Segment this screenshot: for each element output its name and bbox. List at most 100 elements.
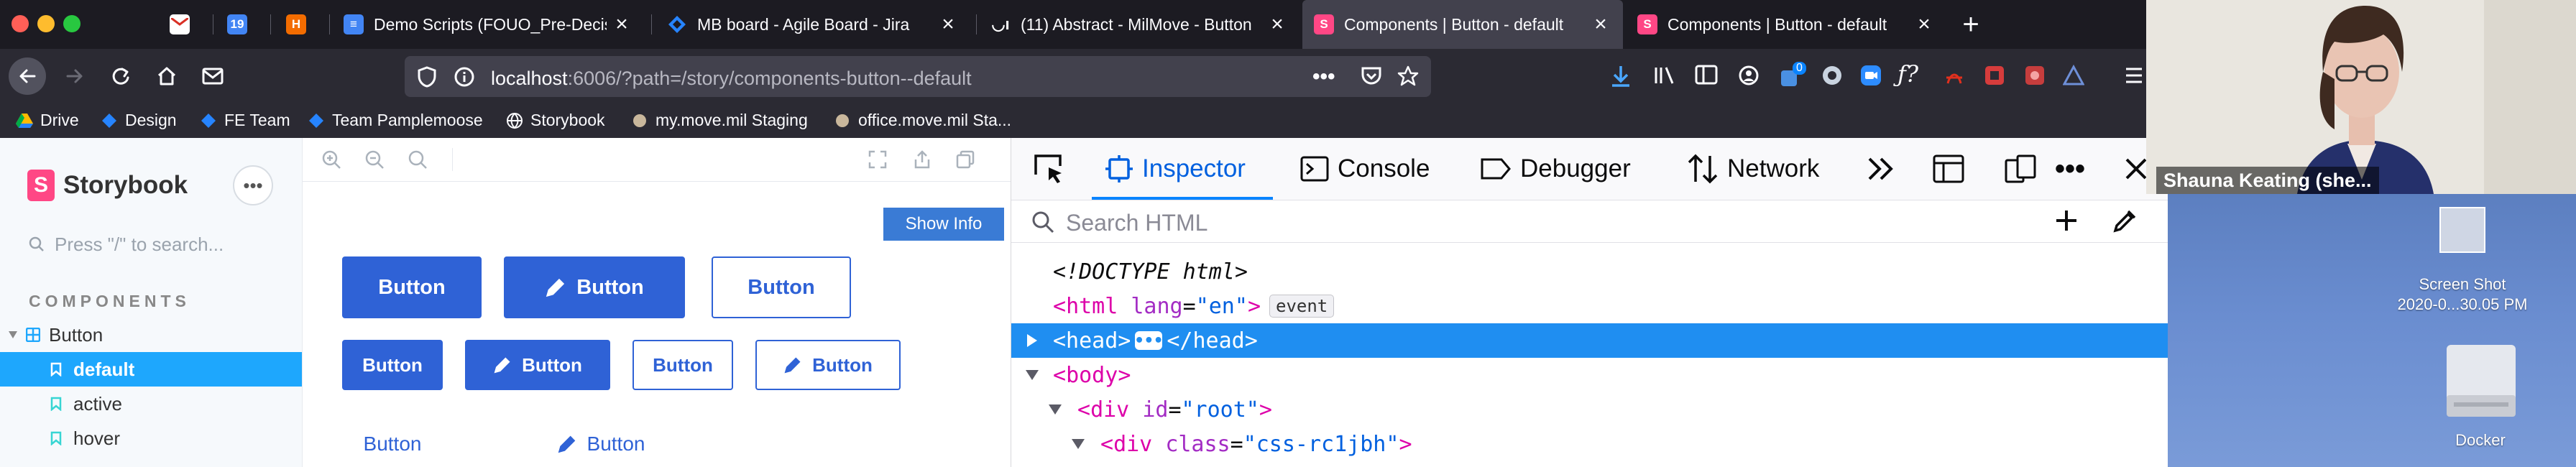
sidebar-item-hover[interactable]: hover [0, 421, 302, 456]
markup-div-class[interactable]: < div class = "css-rc1jbh" > [1011, 427, 2213, 461]
close-tab-icon[interactable]: × [1913, 12, 1935, 37]
account-icon[interactable] [1738, 65, 1760, 86]
button-primary-small[interactable]: Button [342, 340, 443, 390]
bookmark-office-move[interactable]: office.move.mil Sta... [834, 111, 1011, 130]
close-devtools-icon[interactable] [2124, 138, 2148, 200]
zoom-out-icon[interactable] [363, 148, 386, 171]
markup-div-root[interactable]: < div id = "root" > [1011, 392, 2190, 427]
home-button[interactable] [150, 59, 184, 93]
collapse-triangle-icon[interactable] [1011, 370, 1053, 380]
new-tab-button[interactable]: + [1956, 9, 1985, 40]
download-icon[interactable] [1610, 65, 1632, 88]
button-primary-icon-large[interactable]: Button [504, 256, 685, 318]
button-primary-large[interactable]: Button [342, 256, 482, 318]
extension-badge-icon[interactable]: 0 [1778, 62, 1806, 88]
extension-red2-icon[interactable] [2024, 65, 2046, 86]
close-window-button[interactable] [12, 15, 29, 32]
bookmark-my-move-staging[interactable]: my.move.mil Staging [631, 111, 808, 130]
desktop-file-screenshot[interactable]: Screen Shot 2020-0...30.05 PM [2391, 274, 2534, 315]
fullscreen-icon[interactable] [866, 148, 889, 171]
button-secondary-large[interactable]: Button [712, 256, 851, 318]
tab-console[interactable]: Console [1300, 138, 1430, 200]
minimize-window-button[interactable] [37, 15, 55, 32]
zoom-in-icon[interactable] [320, 148, 343, 171]
tab-debugger[interactable]: Debugger [1480, 138, 1631, 200]
markup-html[interactable]: < html lang = "en" > event [1011, 289, 2210, 323]
bookmark-storybook[interactable]: Storybook [506, 111, 605, 130]
url-bar[interactable]: localhost:6006/?path=/story/components-b… [405, 56, 1431, 97]
sidebar-item-button[interactable]: Button [0, 318, 302, 352]
shield-icon[interactable] [418, 66, 436, 88]
collapsed-content-badge[interactable]: ••• [1135, 331, 1163, 350]
bookmark-team-pamplemoose[interactable]: Team Pamplemoose [308, 111, 483, 130]
screenshot-thumbnail[interactable] [2439, 207, 2485, 253]
function-icon[interactable]: ƒ? [1898, 60, 1918, 88]
star-icon[interactable] [1397, 65, 1420, 88]
event-badge[interactable]: event [1269, 295, 1335, 318]
expand-triangle-icon[interactable] [1011, 334, 1053, 347]
tab-calendar[interactable]: 19 [216, 0, 267, 49]
sidebar-menu-button[interactable]: ••• [233, 165, 273, 205]
zoom-icon[interactable] [1860, 65, 1882, 86]
eyedropper-icon[interactable] [2112, 208, 2138, 234]
button-secondary-small[interactable]: Button [632, 340, 733, 390]
zoom-window-button[interactable] [63, 15, 80, 32]
close-tab-icon[interactable]: × [937, 12, 959, 37]
tab-harvest[interactable]: H [275, 0, 326, 49]
extension-icon[interactable] [1821, 65, 1843, 86]
disk-drive-icon[interactable] [2444, 338, 2518, 424]
add-node-icon[interactable] [2053, 208, 2079, 234]
button-text-icon[interactable]: Button [533, 422, 669, 466]
back-button[interactable] [9, 57, 46, 95]
library-icon[interactable] [1653, 65, 1676, 86]
info-icon[interactable] [454, 66, 475, 88]
markup-head-selected[interactable]: <head> ••• </head> [1011, 323, 2168, 358]
tab-storybook-active[interactable]: S Components | Button - default × [1302, 0, 1623, 49]
storybook-logo[interactable]: S Storybook [27, 170, 188, 201]
tab-storybook[interactable]: S Components | Button - default × [1626, 0, 1946, 49]
desktop-file-docker[interactable]: Docker [2426, 431, 2534, 450]
sidebar-icon[interactable] [1695, 65, 1718, 85]
close-tab-icon[interactable]: × [611, 12, 632, 37]
tab-abstract[interactable]: ◡ı (11) Abstract - MilMove - Button × [979, 0, 1300, 49]
extension-red-icon[interactable] [1984, 65, 2005, 86]
options-menu-icon[interactable]: ••• [2055, 138, 2085, 200]
tab-inspector[interactable]: Inspector [1105, 138, 1246, 200]
mail-icon[interactable] [196, 59, 230, 93]
tab-demo-scripts[interactable]: ≡ Demo Scripts (FOUO_Pre-Decis × [332, 0, 644, 49]
element-picker-icon[interactable] [1033, 138, 1064, 200]
split-console-icon[interactable] [1933, 138, 1964, 200]
dock-icon[interactable] [2005, 138, 2036, 200]
more-tabs-icon[interactable] [1867, 138, 1895, 200]
button-primary-icon-small[interactable]: Button [465, 340, 610, 390]
close-tab-icon[interactable]: × [1590, 12, 1611, 37]
hamburger-menu-icon[interactable] [2126, 66, 2142, 85]
sidebar-item-default[interactable]: default [0, 352, 302, 387]
url-text[interactable]: localhost:6006/?path=/story/components-b… [491, 68, 972, 90]
button-secondary-icon-small[interactable]: Button [755, 340, 901, 390]
html-search-input[interactable]: Search HTML [1011, 200, 2168, 243]
sidebar-item-active[interactable]: active [0, 387, 302, 421]
show-info-button[interactable]: Show Info [883, 208, 1004, 241]
tab-network[interactable]: Network [1687, 138, 1819, 200]
bookmark-fe-team[interactable]: FE Team [200, 111, 290, 130]
copy-link-icon[interactable] [954, 148, 977, 171]
zoom-reset-icon[interactable] [406, 148, 429, 171]
share-icon[interactable] [911, 148, 934, 171]
tab-jira[interactable]: MB board - Agile Board - Jira × [656, 0, 970, 49]
collapse-triangle-icon[interactable] [1033, 404, 1077, 415]
button-text[interactable]: Button [342, 422, 443, 466]
tab-gmail[interactable] [158, 0, 210, 49]
pdf-icon[interactable] [1944, 65, 1965, 86]
forward-button[interactable] [58, 59, 92, 93]
collapse-triangle-icon[interactable] [1056, 439, 1100, 449]
extension-triangle-icon[interactable] [2063, 65, 2084, 86]
reload-button[interactable] [104, 59, 138, 93]
markup-body[interactable]: < body > [1011, 358, 2168, 392]
sidebar-search-input[interactable]: Press "/" to search... [29, 228, 273, 260]
bookmark-drive[interactable]: Drive [16, 111, 79, 130]
markup-doctype[interactable]: <!DOCTYPE html> [1011, 254, 2210, 289]
page-actions-icon[interactable]: ••• [1312, 65, 1335, 89]
bookmark-design[interactable]: Design [101, 111, 177, 130]
close-tab-icon[interactable]: × [1266, 12, 1288, 37]
